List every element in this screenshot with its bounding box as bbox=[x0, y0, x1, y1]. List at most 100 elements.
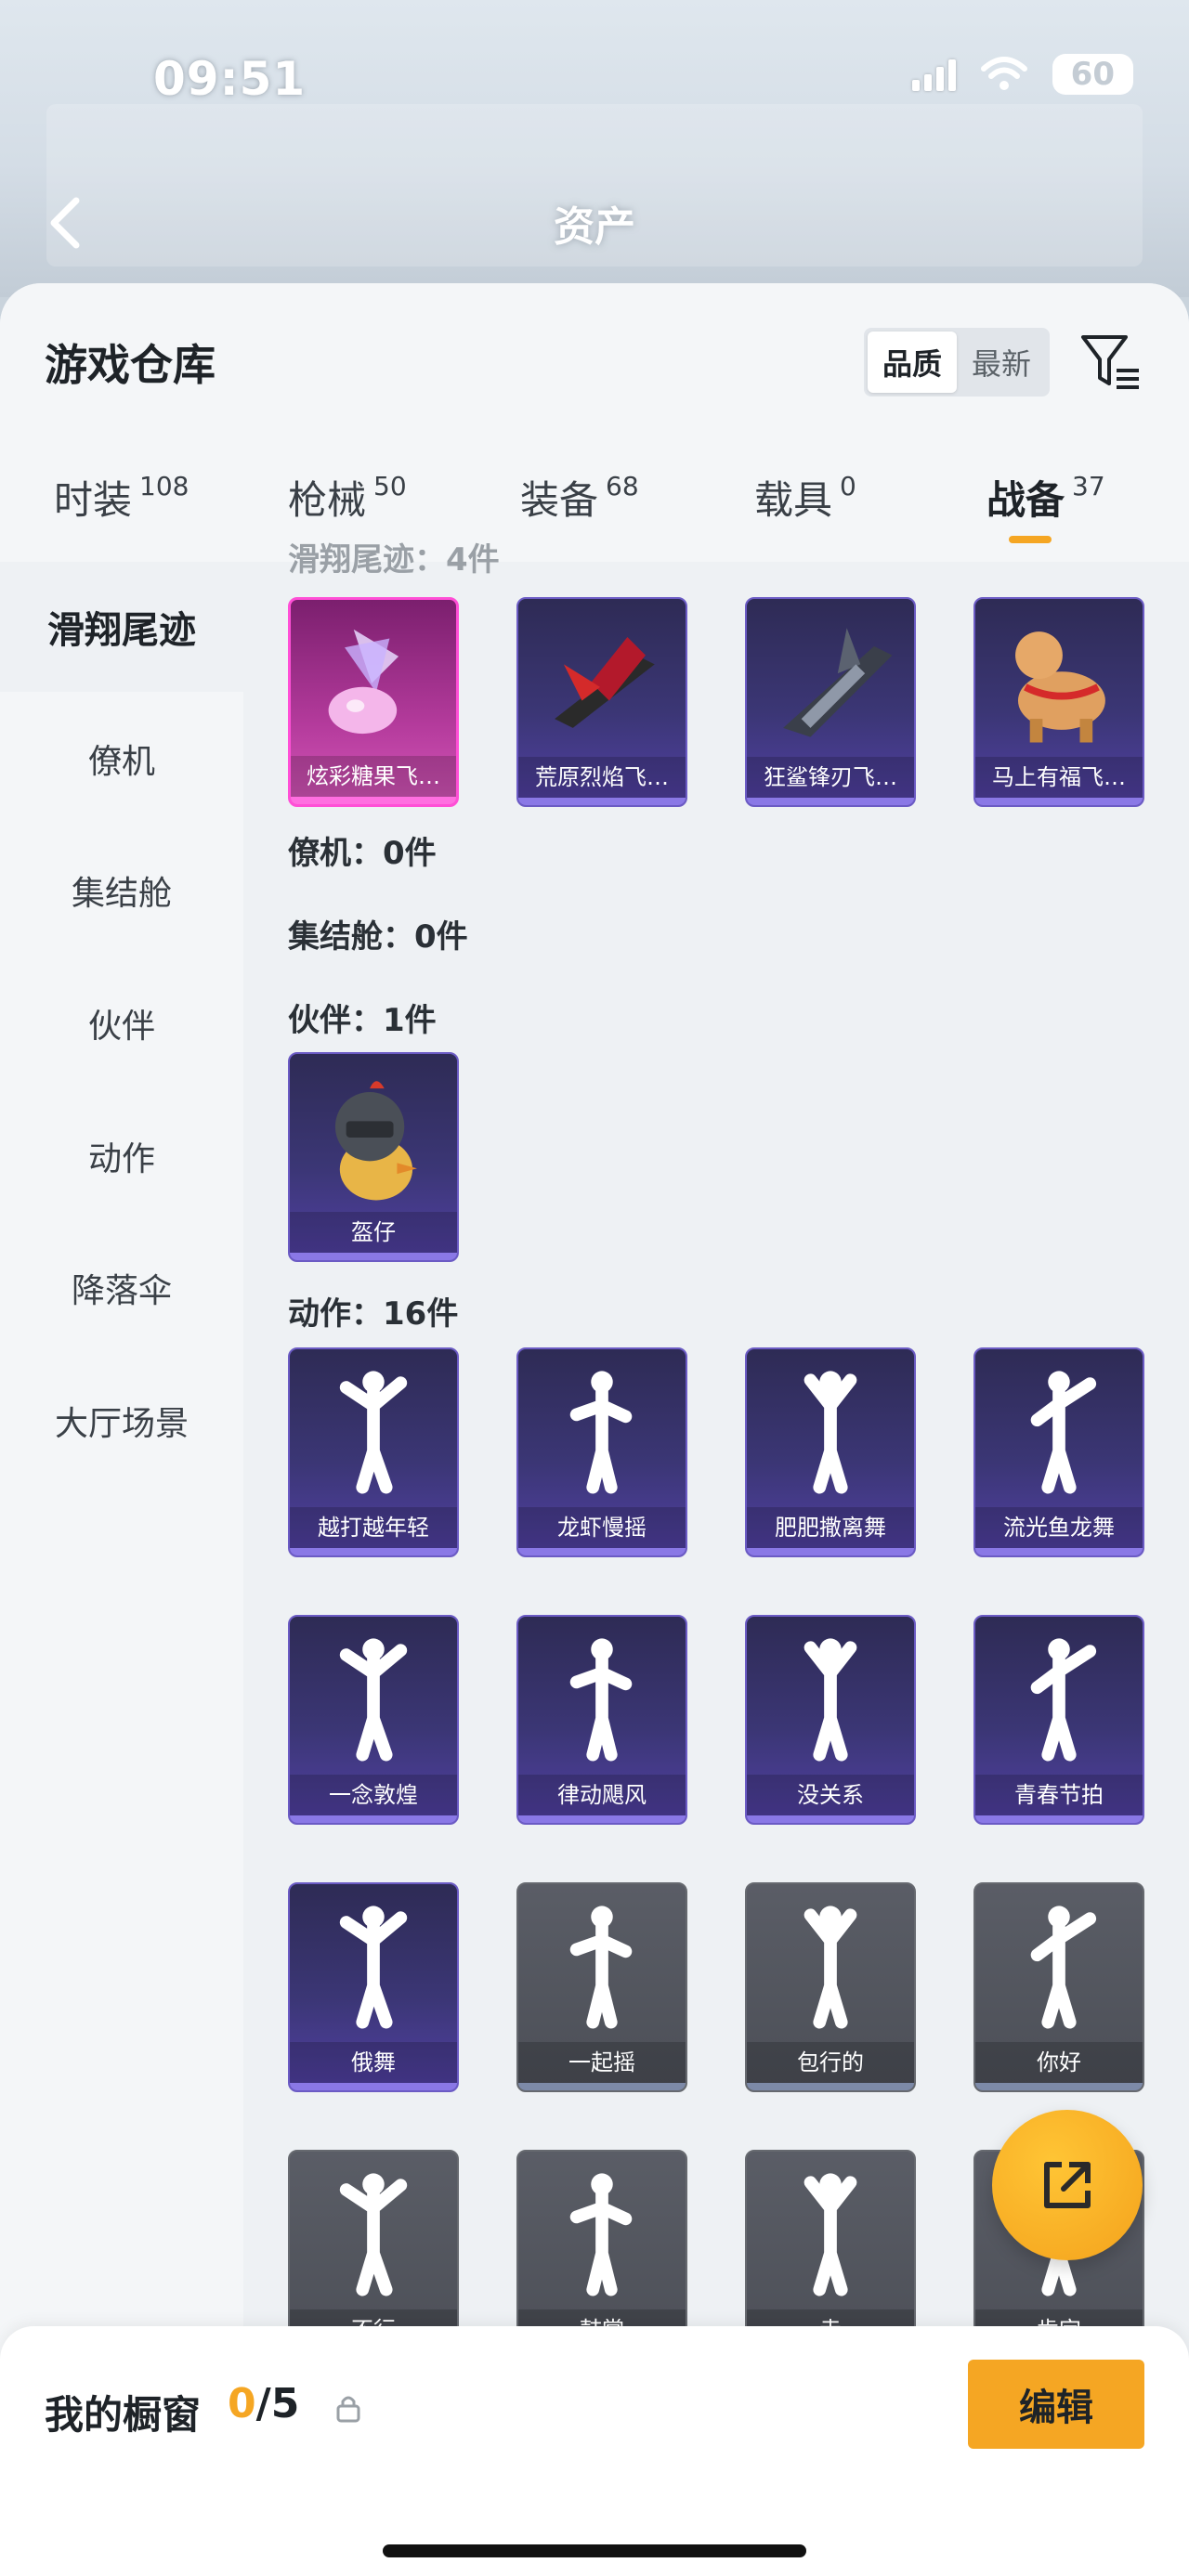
tab-equipment[interactable]: 装备 68 bbox=[520, 469, 639, 553]
item-card[interactable]: 狂鲨锋刃飞… bbox=[745, 597, 916, 807]
rarity-bar bbox=[518, 1548, 686, 1555]
item-name: 炫彩糖果飞… bbox=[291, 756, 456, 797]
item-card[interactable]: 荒原烈焰飞… bbox=[516, 597, 687, 807]
item-card[interactable]: 青春节拍 bbox=[973, 1615, 1144, 1825]
item-name: 你好 bbox=[975, 2042, 1143, 2083]
item-card[interactable]: 你好 bbox=[973, 1882, 1144, 2092]
item-name: 荒原烈焰飞… bbox=[518, 757, 686, 798]
item-card[interactable]: 龙虾慢摇 bbox=[516, 1347, 687, 1557]
item-card[interactable]: 盔仔 bbox=[288, 1052, 459, 1262]
rarity-bar bbox=[290, 1815, 457, 1823]
item-card[interactable]: 一念敦煌 bbox=[288, 1615, 459, 1825]
tab-label: 战备 bbox=[986, 477, 1065, 523]
item-card[interactable]: 越打越年轻 bbox=[288, 1347, 459, 1557]
sort-quality-button[interactable]: 品质 bbox=[868, 332, 958, 393]
rarity-bar bbox=[290, 1253, 457, 1260]
home-indicator bbox=[383, 2544, 806, 2557]
item-name: 狂鲨锋刃飞… bbox=[747, 757, 914, 798]
item-card[interactable]: 肥肥撒离舞 bbox=[745, 1347, 916, 1557]
sidebar-item-emote[interactable]: 动作 bbox=[0, 1091, 243, 1221]
item-name: 一起摇 bbox=[518, 2042, 686, 2083]
showcase-used: 0 bbox=[228, 2380, 256, 2427]
tab-count: 68 bbox=[606, 471, 639, 501]
item-name: 一念敦煌 bbox=[290, 1775, 457, 1815]
dance-pose-icon bbox=[569, 1371, 633, 1494]
dance-pose-icon bbox=[1030, 1371, 1097, 1494]
sort-newest-button[interactable]: 最新 bbox=[957, 332, 1046, 393]
section-label-wingman: 僚机：0件 bbox=[288, 835, 437, 872]
candy-glider-icon bbox=[328, 629, 399, 735]
showcase-total: /5 bbox=[255, 2380, 300, 2427]
sidebar-item-parachute[interactable]: 降落伞 bbox=[0, 1223, 243, 1353]
dance-pose-icon bbox=[339, 2173, 408, 2296]
tab-label: 装备 bbox=[520, 477, 599, 523]
battery-indicator: 60 bbox=[1052, 54, 1133, 95]
tab-count: 50 bbox=[373, 471, 407, 501]
rarity-bar bbox=[290, 1548, 457, 1555]
sheet-header: 游戏仓库 品质 最新 时装 108 枪械 50 装备 68 载具 0 战备 37 bbox=[0, 283, 1189, 562]
tab-label: 枪械 bbox=[288, 477, 367, 523]
item-grid: 滑翔尾迹：4件 炫彩糖果飞… 荒原烈焰飞… 狂鲨锋刃飞… 马上有福飞… 僚机：0… bbox=[243, 541, 1189, 2360]
rarity-bar bbox=[975, 1548, 1143, 1555]
rarity-bar bbox=[291, 797, 456, 804]
item-name: 没关系 bbox=[747, 1775, 914, 1815]
nav-title: 资产 bbox=[554, 203, 635, 251]
rarity-bar bbox=[518, 798, 686, 805]
item-card[interactable]: 包行的 bbox=[745, 1882, 916, 2092]
section-label-trail: 滑翔尾迹：4件 bbox=[288, 541, 500, 579]
item-name: 青春节拍 bbox=[975, 1775, 1143, 1815]
status-time: 09:51 bbox=[153, 52, 307, 106]
dance-pose-icon bbox=[804, 2173, 857, 2296]
showcase-count: 0/5 bbox=[228, 2380, 299, 2427]
item-name: 流光鱼龙舞 bbox=[975, 1507, 1143, 1548]
item-name: 律动飓风 bbox=[518, 1775, 686, 1815]
item-card[interactable]: 律动飓风 bbox=[516, 1615, 687, 1825]
item-name: 包行的 bbox=[747, 2042, 914, 2083]
sidebar-item-glide-trail[interactable]: 滑翔尾迹 bbox=[0, 562, 243, 692]
dance-pose-icon bbox=[339, 1638, 408, 1762]
tab-count: 37 bbox=[1072, 471, 1105, 501]
sidebar-item-pod[interactable]: 集结舱 bbox=[0, 826, 243, 956]
tab-vehicles[interactable]: 载具 0 bbox=[754, 469, 856, 553]
item-name: 越打越年轻 bbox=[290, 1507, 457, 1548]
rarity-bar bbox=[747, 1815, 914, 1823]
item-card[interactable]: 流光鱼龙舞 bbox=[973, 1347, 1144, 1557]
status-icons: 60 bbox=[911, 54, 1133, 95]
sidebar-item-wingman[interactable]: 僚机 bbox=[0, 694, 243, 824]
app-header: 09:51 60 资产 bbox=[0, 0, 1189, 297]
sidebar-item-partner[interactable]: 伙伴 bbox=[0, 958, 243, 1088]
item-name: 盔仔 bbox=[290, 1212, 457, 1253]
sidebar-item-lobby-scene[interactable]: 大厅场景 bbox=[0, 1356, 243, 1486]
wifi-icon bbox=[980, 57, 1027, 90]
signal-icon bbox=[911, 58, 956, 91]
item-name: 俄舞 bbox=[290, 2042, 457, 2083]
active-tab-indicator bbox=[1009, 536, 1052, 543]
rarity-bar bbox=[290, 2083, 457, 2090]
section-label-partner: 伙伴：1件 bbox=[288, 1002, 437, 1039]
warehouse-sheet: 游戏仓库 品质 最新 时装 108 枪械 50 装备 68 载具 0 战备 37… bbox=[0, 283, 1189, 2576]
share-button[interactable] bbox=[992, 2110, 1143, 2260]
dance-pose-icon bbox=[339, 1906, 408, 2029]
section-label-emote: 动作：16件 bbox=[288, 1295, 459, 1333]
dance-pose-icon bbox=[569, 1906, 633, 2029]
rarity-bar bbox=[975, 1815, 1143, 1823]
sort-toggle: 品质 最新 bbox=[864, 328, 1051, 397]
tab-count: 0 bbox=[840, 471, 856, 501]
item-card[interactable]: 俄舞 bbox=[288, 1882, 459, 2092]
rarity-bar bbox=[747, 1548, 914, 1555]
horse-glider-icon bbox=[1015, 631, 1105, 743]
item-card[interactable]: 马上有福飞… bbox=[973, 597, 1144, 807]
rarity-bar bbox=[518, 1815, 686, 1823]
dance-pose-icon bbox=[339, 1371, 408, 1494]
filter-icon[interactable] bbox=[1078, 330, 1144, 397]
rarity-bar bbox=[747, 798, 914, 805]
tab-fashion[interactable]: 时装 108 bbox=[54, 469, 189, 553]
item-card[interactable]: 炫彩糖果飞… bbox=[288, 597, 459, 807]
tab-label: 时装 bbox=[54, 477, 133, 523]
rarity-bar bbox=[518, 2083, 686, 2090]
item-card[interactable]: 没关系 bbox=[745, 1615, 916, 1825]
item-card[interactable]: 一起摇 bbox=[516, 1882, 687, 2092]
showcase-bar: 我的橱窗 0/5 编辑 bbox=[0, 2326, 1189, 2576]
edit-button[interactable]: 编辑 bbox=[968, 2360, 1144, 2449]
share-external-icon bbox=[1044, 2162, 1091, 2208]
